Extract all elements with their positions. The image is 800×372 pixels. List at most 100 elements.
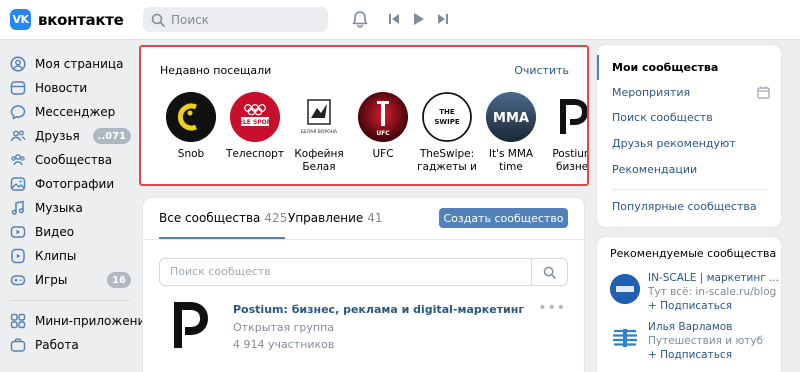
menu-friends-recommend[interactable]: Друзья рекомендуют <box>597 131 781 156</box>
menu-events[interactable]: Мероприятия <box>597 80 781 105</box>
coffee-avatar: БЕЛАЯ ВОРОНА <box>294 92 344 142</box>
nav-item-music[interactable]: Музыка <box>0 196 135 220</box>
video-icon <box>10 224 26 240</box>
nav-label: Мессенджер <box>35 105 116 119</box>
postium-avatar <box>550 92 587 142</box>
recent-item-name: It's MMA time <box>488 148 534 173</box>
menu-recommendations[interactable]: Рекомендации <box>597 157 781 182</box>
nav-item-mini-apps[interactable]: Мини-приложения <box>0 309 152 333</box>
create-community-button[interactable]: Создать сообщество <box>439 208 568 228</box>
recommended-description: Тут всё: in-scale.ru/blog <box>648 286 777 298</box>
nav-item-communities[interactable]: Сообщества <box>0 148 135 172</box>
recommended-item[interactable]: IN-SCALE | маркетинг ... Тут всё: in-sca… <box>610 272 780 320</box>
tab-manage[interactable]: Управление 41 <box>288 211 383 225</box>
recent-item-theswipe[interactable]: THE SWIPE TheSwipe: гаджеты и <box>415 92 479 182</box>
subscribe-link[interactable]: + Подписаться <box>648 300 732 312</box>
top-header: VK вконтакте <box>0 0 800 40</box>
recent-items-row: Snob TELE SPORT Телеспорт БЕЛАЯ ВОРОНА К… <box>159 92 587 182</box>
recent-item-name: Кофейня Белая <box>294 148 344 173</box>
recent-item-mma[interactable]: MMA It's MMA time <box>479 92 543 182</box>
subscribe-link[interactable]: + Подписаться <box>648 349 732 361</box>
nav-item-photos[interactable]: Фотографии <box>0 172 135 196</box>
nav-item-clips[interactable]: Клипы <box>0 244 135 268</box>
nav-item-work[interactable]: Работа <box>0 333 135 357</box>
svg-text:БЕЛАЯ ВОРОНА: БЕЛАЯ ВОРОНА <box>301 129 338 135</box>
user-circle-icon <box>10 56 26 72</box>
nav-label: Работа <box>35 338 79 352</box>
calendar-icon[interactable] <box>757 86 770 99</box>
recently-visited-card: Недавно посещали Очистить Snob TELE SPOR… <box>139 45 589 186</box>
nav-label: Фотографии <box>35 177 115 191</box>
community-search-button[interactable] <box>531 259 567 285</box>
communities-icon <box>10 152 26 168</box>
recent-item-ufc[interactable]: UFC UFC <box>351 92 415 182</box>
community-name-link[interactable]: Postium: бизнес, реклама и digital-марке… <box>233 303 524 316</box>
friends-icon <box>10 128 26 144</box>
work-icon <box>10 337 26 353</box>
games-icon <box>10 272 26 288</box>
ufc-avatar: UFC <box>358 92 408 142</box>
nav-item-games[interactable]: Игры 16 <box>0 268 135 292</box>
nav-item-news[interactable]: Новости <box>0 76 135 100</box>
nav-label: Сообщества <box>35 153 113 167</box>
recommended-name-link[interactable]: Илья Варламов <box>648 321 778 333</box>
more-options-icon[interactable]: ••• <box>538 300 566 316</box>
message-icon <box>10 104 26 120</box>
recently-visited-title: Недавно посещали <box>160 64 272 77</box>
games-count-badge: 16 <box>107 272 131 288</box>
nav-item-friends[interactable]: Друзья ..071 <box>0 124 135 148</box>
postium-avatar[interactable] <box>167 300 217 350</box>
apps-icon <box>10 313 26 329</box>
tab-count: 425 <box>264 211 288 225</box>
recent-item-coffee[interactable]: БЕЛАЯ ВОРОНА Кофейня Белая <box>287 92 351 182</box>
nav-label: Музыка <box>35 201 83 215</box>
play-icon[interactable] <box>413 12 425 26</box>
nav-item-my-page[interactable]: Моя страница <box>0 52 135 76</box>
nav-label: Клипы <box>35 249 77 263</box>
theswipe-avatar: THE SWIPE <box>422 92 472 142</box>
recommended-name-link[interactable]: IN-SCALE | маркетинг ... <box>648 272 778 284</box>
nav-label: Видео <box>35 225 75 239</box>
left-sidebar: Моя страница Новости Мессенджер Друзья .… <box>0 52 152 357</box>
recent-item-name: Snob <box>177 148 205 160</box>
tab-all-communities[interactable]: Все сообщества 425 <box>159 211 287 225</box>
next-track-icon[interactable] <box>437 13 449 25</box>
search-icon <box>151 13 165 27</box>
logo-text: вконтакте <box>38 10 124 29</box>
community-search-input[interactable] <box>170 265 520 278</box>
community-row[interactable]: Postium: бизнес, реклама и digital-марке… <box>159 298 568 358</box>
community-search <box>159 258 568 286</box>
inscale-avatar <box>610 274 640 304</box>
search-icon <box>543 266 556 279</box>
global-search-input[interactable] <box>171 12 321 27</box>
menu-popular-communities[interactable]: Популярные сообщества <box>597 194 781 219</box>
recent-item-snob[interactable]: Snob <box>159 92 223 182</box>
nav-divider <box>10 300 130 301</box>
recommended-title: Рекомендуемые сообщества <box>610 247 777 260</box>
previous-track-icon[interactable] <box>388 13 400 25</box>
friends-count-badge: ..071 <box>92 128 131 144</box>
nav-item-messenger[interactable]: Мессенджер <box>0 100 135 124</box>
telesport-avatar: TELE SPORT <box>230 92 280 142</box>
recent-item-postium[interactable]: Postium: бизнес <box>543 92 587 182</box>
svg-text:UFC: UFC <box>376 130 390 137</box>
global-search[interactable] <box>143 7 328 32</box>
recent-item-name: UFC <box>372 148 394 160</box>
recommended-description: Путешествия и ютуб <box>648 335 764 347</box>
svg-text:TELE SPORT: TELE SPORT <box>235 119 276 126</box>
bell-icon[interactable] <box>351 10 369 29</box>
recent-item-telesport[interactable]: TELE SPORT Телеспорт <box>223 92 287 182</box>
recommended-item[interactable]: Илья Варламов Путешествия и ютуб + Подпи… <box>610 321 780 369</box>
clear-recent-link[interactable]: Очистить <box>514 64 569 77</box>
tab-count: 41 <box>367 211 383 225</box>
clips-icon <box>10 248 26 264</box>
svg-text:THE: THE <box>439 108 455 116</box>
vk-logo[interactable]: VK вконтакте <box>10 9 124 30</box>
nav-item-video[interactable]: Видео <box>0 220 135 244</box>
recommended-communities-card: Рекомендуемые сообщества IN-SCALE | марк… <box>597 237 781 372</box>
menu-my-communities[interactable]: Мои сообщества <box>597 55 781 80</box>
menu-search-communities[interactable]: Поиск сообществ <box>597 105 781 130</box>
menu-label: Мероприятия <box>612 86 691 99</box>
nav-label: Друзья <box>35 129 80 143</box>
svg-text:SWIPE: SWIPE <box>434 118 459 126</box>
